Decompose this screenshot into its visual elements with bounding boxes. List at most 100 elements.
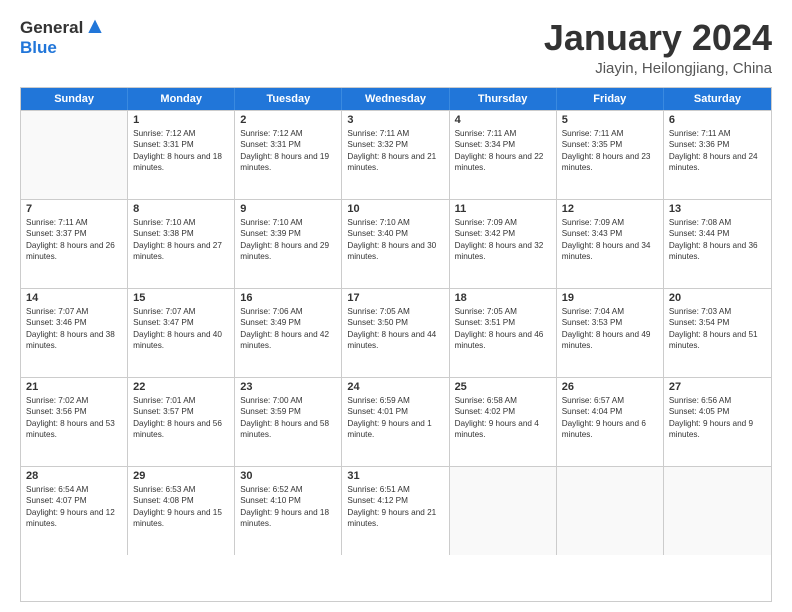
day-number: 12 <box>562 203 658 215</box>
header-day-tuesday: Tuesday <box>235 88 342 110</box>
cell-text: Sunrise: 7:01 AMSunset: 3:57 PMDaylight:… <box>133 395 229 441</box>
cell-text: Sunrise: 6:53 AMSunset: 4:08 PMDaylight:… <box>133 484 229 530</box>
header-day-wednesday: Wednesday <box>342 88 449 110</box>
day-number: 15 <box>133 292 229 304</box>
calendar-cell: 31 Sunrise: 6:51 AMSunset: 4:12 PMDayligh… <box>342 467 449 555</box>
day-number: 14 <box>26 292 122 304</box>
cell-text: Sunrise: 7:07 AMSunset: 3:47 PMDaylight:… <box>133 306 229 352</box>
cell-text: Sunrise: 6:54 AMSunset: 4:07 PMDaylight:… <box>26 484 122 530</box>
calendar-cell: 13 Sunrise: 7:08 AMSunset: 3:44 PMDayligh… <box>664 200 771 288</box>
cell-text: Sunrise: 7:12 AMSunset: 3:31 PMDaylight:… <box>133 128 229 174</box>
cell-text: Sunrise: 6:51 AMSunset: 4:12 PMDaylight:… <box>347 484 443 530</box>
day-number: 5 <box>562 114 658 126</box>
cell-text: Sunrise: 7:11 AMSunset: 3:34 PMDaylight:… <box>455 128 551 174</box>
day-number: 31 <box>347 470 443 482</box>
day-number: 22 <box>133 381 229 393</box>
calendar-row-1: 7 Sunrise: 7:11 AMSunset: 3:37 PMDaylight… <box>21 199 771 288</box>
calendar-cell: 11 Sunrise: 7:09 AMSunset: 3:42 PMDayligh… <box>450 200 557 288</box>
calendar-cell: 3 Sunrise: 7:11 AMSunset: 3:32 PMDaylight… <box>342 111 449 199</box>
cell-text: Sunrise: 7:12 AMSunset: 3:31 PMDaylight:… <box>240 128 336 174</box>
calendar-cell: 28 Sunrise: 6:54 AMSunset: 4:07 PMDayligh… <box>21 467 128 555</box>
calendar-header: SundayMondayTuesdayWednesdayThursdayFrid… <box>21 88 771 110</box>
calendar-cell <box>21 111 128 199</box>
cell-text: Sunrise: 7:03 AMSunset: 3:54 PMDaylight:… <box>669 306 766 352</box>
day-number: 10 <box>347 203 443 215</box>
cell-text: Sunrise: 7:07 AMSunset: 3:46 PMDaylight:… <box>26 306 122 352</box>
header-day-saturday: Saturday <box>664 88 771 110</box>
cell-text: Sunrise: 7:06 AMSunset: 3:49 PMDaylight:… <box>240 306 336 352</box>
calendar-cell: 27Sunrise: 6:56 AMSunset: 4:05 PMDayligh… <box>664 378 771 466</box>
page: General Blue January 2024 Jiayin, Heilon… <box>0 0 792 612</box>
calendar-cell: 4 Sunrise: 7:11 AMSunset: 3:34 PMDaylight… <box>450 111 557 199</box>
month-title: January 2024 <box>544 18 772 58</box>
day-number: 25 <box>455 381 551 393</box>
day-number: 7 <box>26 203 122 215</box>
calendar-cell: 15 Sunrise: 7:07 AMSunset: 3:47 PMDayligh… <box>128 289 235 377</box>
header: General Blue January 2024 Jiayin, Heilon… <box>20 18 772 77</box>
subtitle: Jiayin, Heilongjiang, China <box>544 60 772 77</box>
calendar-cell: 29 Sunrise: 6:53 AMSunset: 4:08 PMDayligh… <box>128 467 235 555</box>
header-day-friday: Friday <box>557 88 664 110</box>
calendar-cell: 26Sunrise: 6:57 AMSunset: 4:04 PMDayligh… <box>557 378 664 466</box>
calendar-cell <box>557 467 664 555</box>
day-number: 17 <box>347 292 443 304</box>
cell-text: Sunrise: 7:08 AMSunset: 3:44 PMDaylight:… <box>669 217 766 263</box>
day-number: 9 <box>240 203 336 215</box>
cell-text: Sunrise: 7:05 AMSunset: 3:51 PMDaylight:… <box>455 306 551 352</box>
cell-text: Sunrise: 7:11 AMSunset: 3:32 PMDaylight:… <box>347 128 443 174</box>
day-number: 21 <box>26 381 122 393</box>
header-day-sunday: Sunday <box>21 88 128 110</box>
cell-text: Sunrise: 7:05 AMSunset: 3:50 PMDaylight:… <box>347 306 443 352</box>
day-number: 19 <box>562 292 658 304</box>
cell-text: Sunrise: 7:11 AMSunset: 3:36 PMDaylight:… <box>669 128 766 174</box>
day-number: 3 <box>347 114 443 126</box>
calendar-cell: 18 Sunrise: 7:05 AMSunset: 3:51 PMDayligh… <box>450 289 557 377</box>
header-day-monday: Monday <box>128 88 235 110</box>
cell-text: Sunrise: 6:58 AMSunset: 4:02 PMDaylight:… <box>455 395 551 441</box>
cell-text: Sunrise: 7:02 AMSunset: 3:56 PMDaylight:… <box>26 395 122 441</box>
calendar-row-3: 21 Sunrise: 7:02 AMSunset: 3:56 PMDayligh… <box>21 377 771 466</box>
calendar-cell: 30 Sunrise: 6:52 AMSunset: 4:10 PMDayligh… <box>235 467 342 555</box>
cell-text: Sunrise: 7:11 AMSunset: 3:35 PMDaylight:… <box>562 128 658 174</box>
cell-text: Sunrise: 7:00 AMSunset: 3:59 PMDaylight:… <box>240 395 336 441</box>
calendar-row-2: 14 Sunrise: 7:07 AMSunset: 3:46 PMDayligh… <box>21 288 771 377</box>
cell-text: Sunrise: 6:57 AMSunset: 4:04 PMDaylight:… <box>562 395 658 441</box>
calendar-cell: 14 Sunrise: 7:07 AMSunset: 3:46 PMDayligh… <box>21 289 128 377</box>
logo-general: General <box>20 18 83 38</box>
day-number: 29 <box>133 470 229 482</box>
day-number: 8 <box>133 203 229 215</box>
day-number: 27 <box>669 381 766 393</box>
day-number: 18 <box>455 292 551 304</box>
calendar-cell: 20Sunrise: 7:03 AMSunset: 3:54 PMDayligh… <box>664 289 771 377</box>
calendar-cell: 9Sunrise: 7:10 AMSunset: 3:39 PMDaylight… <box>235 200 342 288</box>
calendar-cell: 23 Sunrise: 7:00 AMSunset: 3:59 PMDayligh… <box>235 378 342 466</box>
cell-text: Sunrise: 7:09 AMSunset: 3:42 PMDaylight:… <box>455 217 551 263</box>
day-number: 11 <box>455 203 551 215</box>
calendar-cell: 5 Sunrise: 7:11 AMSunset: 3:35 PMDaylight… <box>557 111 664 199</box>
calendar-cell <box>450 467 557 555</box>
cell-text: Sunrise: 6:52 AMSunset: 4:10 PMDaylight:… <box>240 484 336 530</box>
cell-text: Sunrise: 7:09 AMSunset: 3:43 PMDaylight:… <box>562 217 658 263</box>
calendar-row-0: 1Sunrise: 7:12 AMSunset: 3:31 PMDaylight… <box>21 110 771 199</box>
calendar-cell: 10 Sunrise: 7:10 AMSunset: 3:40 PMDayligh… <box>342 200 449 288</box>
calendar-cell: 21 Sunrise: 7:02 AMSunset: 3:56 PMDayligh… <box>21 378 128 466</box>
calendar-cell: 19 Sunrise: 7:04 AMSunset: 3:53 PMDayligh… <box>557 289 664 377</box>
cell-text: Sunrise: 7:10 AMSunset: 3:38 PMDaylight:… <box>133 217 229 263</box>
day-number: 30 <box>240 470 336 482</box>
cell-text: Sunrise: 7:10 AMSunset: 3:40 PMDaylight:… <box>347 217 443 263</box>
cell-text: Sunrise: 7:11 AMSunset: 3:37 PMDaylight:… <box>26 217 122 263</box>
logo-icon <box>85 18 105 38</box>
cell-text: Sunrise: 7:04 AMSunset: 3:53 PMDaylight:… <box>562 306 658 352</box>
title-section: January 2024 Jiayin, Heilongjiang, China <box>544 18 772 77</box>
day-number: 13 <box>669 203 766 215</box>
calendar-cell <box>664 467 771 555</box>
calendar-cell: 6Sunrise: 7:11 AMSunset: 3:36 PMDaylight… <box>664 111 771 199</box>
calendar-cell: 25 Sunrise: 6:58 AMSunset: 4:02 PMDayligh… <box>450 378 557 466</box>
calendar-cell: 24Sunrise: 6:59 AMSunset: 4:01 PMDayligh… <box>342 378 449 466</box>
header-day-thursday: Thursday <box>450 88 557 110</box>
day-number: 28 <box>26 470 122 482</box>
calendar-cell: 7 Sunrise: 7:11 AMSunset: 3:37 PMDaylight… <box>21 200 128 288</box>
day-number: 4 <box>455 114 551 126</box>
day-number: 23 <box>240 381 336 393</box>
calendar-cell: 22 Sunrise: 7:01 AMSunset: 3:57 PMDayligh… <box>128 378 235 466</box>
